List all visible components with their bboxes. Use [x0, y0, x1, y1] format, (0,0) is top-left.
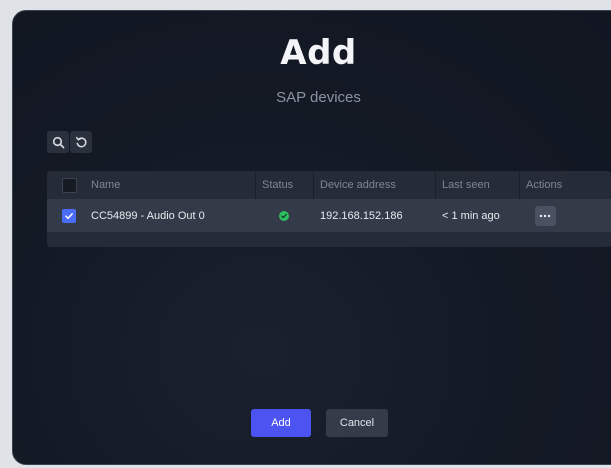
checkmark-icon: [65, 212, 73, 219]
refresh-button[interactable]: [70, 131, 92, 153]
table-toolbar: [47, 131, 92, 153]
column-header-last-seen[interactable]: Last seen: [435, 171, 519, 199]
row-checkbox[interactable]: [62, 208, 76, 223]
row-status-cell: [255, 210, 313, 221]
search-button[interactable]: [47, 131, 69, 153]
row-actions-cell: [519, 205, 571, 226]
column-header-actions: Actions: [519, 171, 571, 199]
column-header-status[interactable]: Status: [255, 171, 313, 199]
row-device-address: 192.168.152.186: [320, 209, 403, 222]
column-header-address[interactable]: Device address: [313, 171, 435, 199]
row-actions-button[interactable]: [534, 205, 556, 226]
dialog-title: Add: [280, 33, 357, 73]
column-header-name[interactable]: Name: [91, 179, 255, 191]
status-ok-icon: [279, 210, 289, 221]
row-last-seen: < 1 min ago: [442, 209, 500, 222]
dialog-subtitle: SAP devices: [276, 89, 361, 106]
more-icon: [539, 214, 551, 217]
row-select-cell: [47, 208, 91, 223]
refresh-icon: [75, 136, 86, 147]
select-all-checkbox[interactable]: [61, 177, 77, 193]
cancel-button[interactable]: Cancel: [326, 409, 388, 437]
table-footer: [47, 232, 611, 247]
table-header: Name Status Device address Last seen Act…: [47, 171, 611, 199]
select-all-cell: [47, 177, 91, 193]
table-row[interactable]: CC54899 - Audio Out 0 192.168.152.186 < …: [47, 199, 611, 232]
add-button[interactable]: Add: [251, 409, 311, 437]
add-sap-devices-dialog: Add SAP devices Name Status Device addre…: [12, 10, 611, 465]
sap-devices-table: Name Status Device address Last seen Act…: [47, 171, 611, 247]
search-icon: [52, 136, 64, 148]
row-device-name: CC54899 - Audio Out 0: [91, 209, 205, 222]
